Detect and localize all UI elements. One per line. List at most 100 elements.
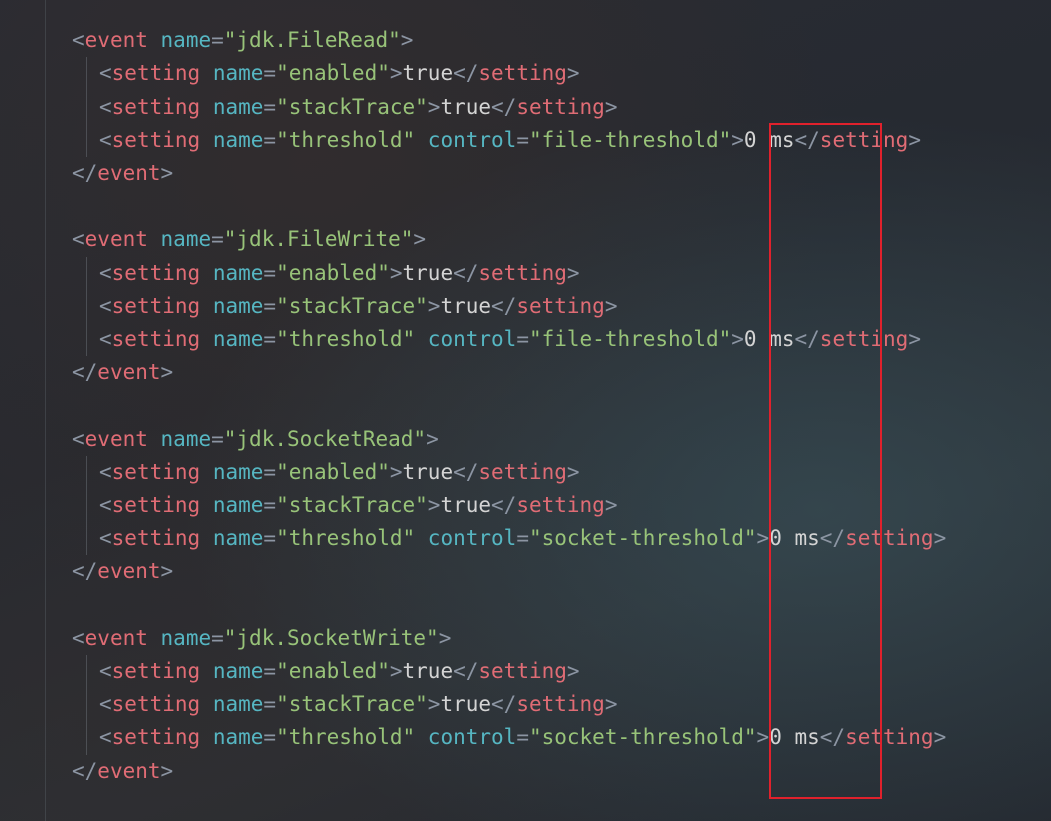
- tag-name: event: [97, 360, 161, 385]
- equals: =: [211, 426, 224, 451]
- attribute-name: name: [212, 327, 264, 351]
- tag-name: setting: [478, 260, 567, 285]
- tag-name: setting: [111, 127, 201, 152]
- event-close-line[interactable]: </event>: [72, 356, 173, 389]
- tag-bracket: >: [160, 559, 174, 584]
- setting-line[interactable]: <setting name="enabled">true</setting>: [99, 257, 580, 290]
- tag-bracket: >: [389, 260, 403, 285]
- setting-text-value: true: [440, 94, 492, 119]
- setting-line[interactable]: <setting name="enabled">true</setting>: [99, 57, 580, 90]
- tag-name: setting: [111, 725, 201, 750]
- event-open-line[interactable]: <event name="jdk.FileWrite">: [72, 223, 426, 256]
- setting-name-value: "threshold": [276, 327, 416, 351]
- tag-bracket: >: [389, 61, 403, 86]
- event-close-line[interactable]: </event>: [72, 755, 173, 788]
- code-editor[interactable]: </event><event name="jdk.FileRead"><sett…: [0, 0, 1051, 821]
- setting-line[interactable]: <setting name="stackTrace">true</setting…: [99, 489, 617, 522]
- tag-name: event: [97, 758, 161, 783]
- tag-bracket: >: [604, 94, 618, 119]
- setting-name-value: "enabled": [276, 659, 390, 683]
- setting-line[interactable]: <setting name="stackTrace">true</setting…: [99, 91, 617, 124]
- setting-name-value: "enabled": [276, 459, 390, 484]
- event-open-line[interactable]: <event name="jdk.FileRead">: [72, 24, 413, 57]
- event-open-line[interactable]: <event name="jdk.SocketRead">: [72, 423, 439, 456]
- event-close-line[interactable]: </event>: [72, 555, 173, 588]
- setting-line[interactable]: <setting name="stackTrace">true</setting…: [99, 290, 617, 323]
- setting-line[interactable]: <setting name="enabled">true</setting>: [99, 456, 580, 489]
- indent-guide: [86, 455, 87, 556]
- event-name-value: "jdk.SocketRead": [223, 426, 427, 451]
- tag-name: setting: [478, 659, 567, 683]
- tag-name: event: [84, 28, 148, 53]
- setting-line[interactable]: <setting name="stackTrace">true</setting…: [99, 688, 617, 721]
- code-line-partial[interactable]: </event>: [72, 0, 173, 1]
- control-value: "file-threshold": [528, 327, 732, 351]
- setting-name-value: "threshold": [276, 526, 416, 551]
- indent-guide: [86, 256, 87, 357]
- tag-name: setting: [516, 493, 605, 517]
- equals: =: [263, 493, 277, 517]
- tag-bracket: </: [453, 659, 479, 683]
- setting-text-value: true: [402, 260, 454, 285]
- tag-name: setting: [111, 327, 201, 351]
- setting-line[interactable]: <setting name="enabled">true</setting>: [99, 655, 580, 688]
- event-name-value: "jdk.SocketWrite": [223, 625, 439, 650]
- equals: =: [263, 725, 277, 750]
- tag-name: setting: [111, 659, 201, 683]
- tag-bracket: >: [604, 692, 618, 717]
- event-close-line[interactable]: </event>: [72, 157, 173, 190]
- tag-bracket: >: [389, 459, 403, 484]
- attribute-name: name: [212, 293, 264, 318]
- setting-name-value: "stackTrace": [276, 94, 428, 119]
- setting-text-value: true: [440, 493, 492, 517]
- setting-name-value: "stackTrace": [276, 293, 428, 318]
- tag-bracket: <: [99, 659, 112, 683]
- attribute-name: name: [212, 692, 264, 717]
- tag-name: setting: [516, 692, 605, 717]
- equals: =: [263, 293, 277, 318]
- setting-name-value: "threshold": [276, 725, 416, 750]
- setting-text-value: true: [402, 659, 454, 683]
- tag-bracket: >: [756, 526, 770, 551]
- attribute-name: name: [160, 625, 212, 650]
- tag-bracket: >: [427, 94, 441, 119]
- tag-bracket: >: [438, 625, 452, 650]
- tag-bracket: <: [99, 692, 112, 717]
- tag-name: setting: [516, 293, 605, 318]
- tag-bracket: </: [453, 61, 479, 86]
- equals: =: [263, 692, 277, 717]
- event-name-value: "jdk.FileWrite": [223, 227, 414, 252]
- tag-bracket: <: [99, 61, 112, 86]
- tag-name: event: [97, 559, 161, 584]
- tag-bracket: <: [99, 459, 112, 484]
- setting-text-value: true: [440, 692, 492, 717]
- setting-name-value: "stackTrace": [276, 692, 428, 717]
- tag-bracket: <: [99, 94, 112, 119]
- tag-bracket: >: [400, 28, 414, 53]
- tag-bracket: >: [566, 61, 580, 86]
- attribute-name: control: [427, 526, 517, 551]
- equals: =: [263, 526, 277, 551]
- tag-bracket: </: [491, 692, 517, 717]
- setting-text-value: true: [440, 293, 492, 318]
- equals: =: [516, 327, 529, 351]
- tag-name: setting: [111, 459, 201, 484]
- event-open-line[interactable]: <event name="jdk.SocketWrite">: [72, 622, 451, 655]
- setting-name-value: "stackTrace": [276, 493, 428, 517]
- tag-bracket: </: [72, 161, 98, 185]
- equals: =: [516, 127, 529, 152]
- tag-name: event: [84, 625, 148, 650]
- setting-text-value: true: [402, 61, 454, 86]
- highlight-annotation-box: [769, 123, 882, 799]
- tag-name: setting: [516, 94, 605, 119]
